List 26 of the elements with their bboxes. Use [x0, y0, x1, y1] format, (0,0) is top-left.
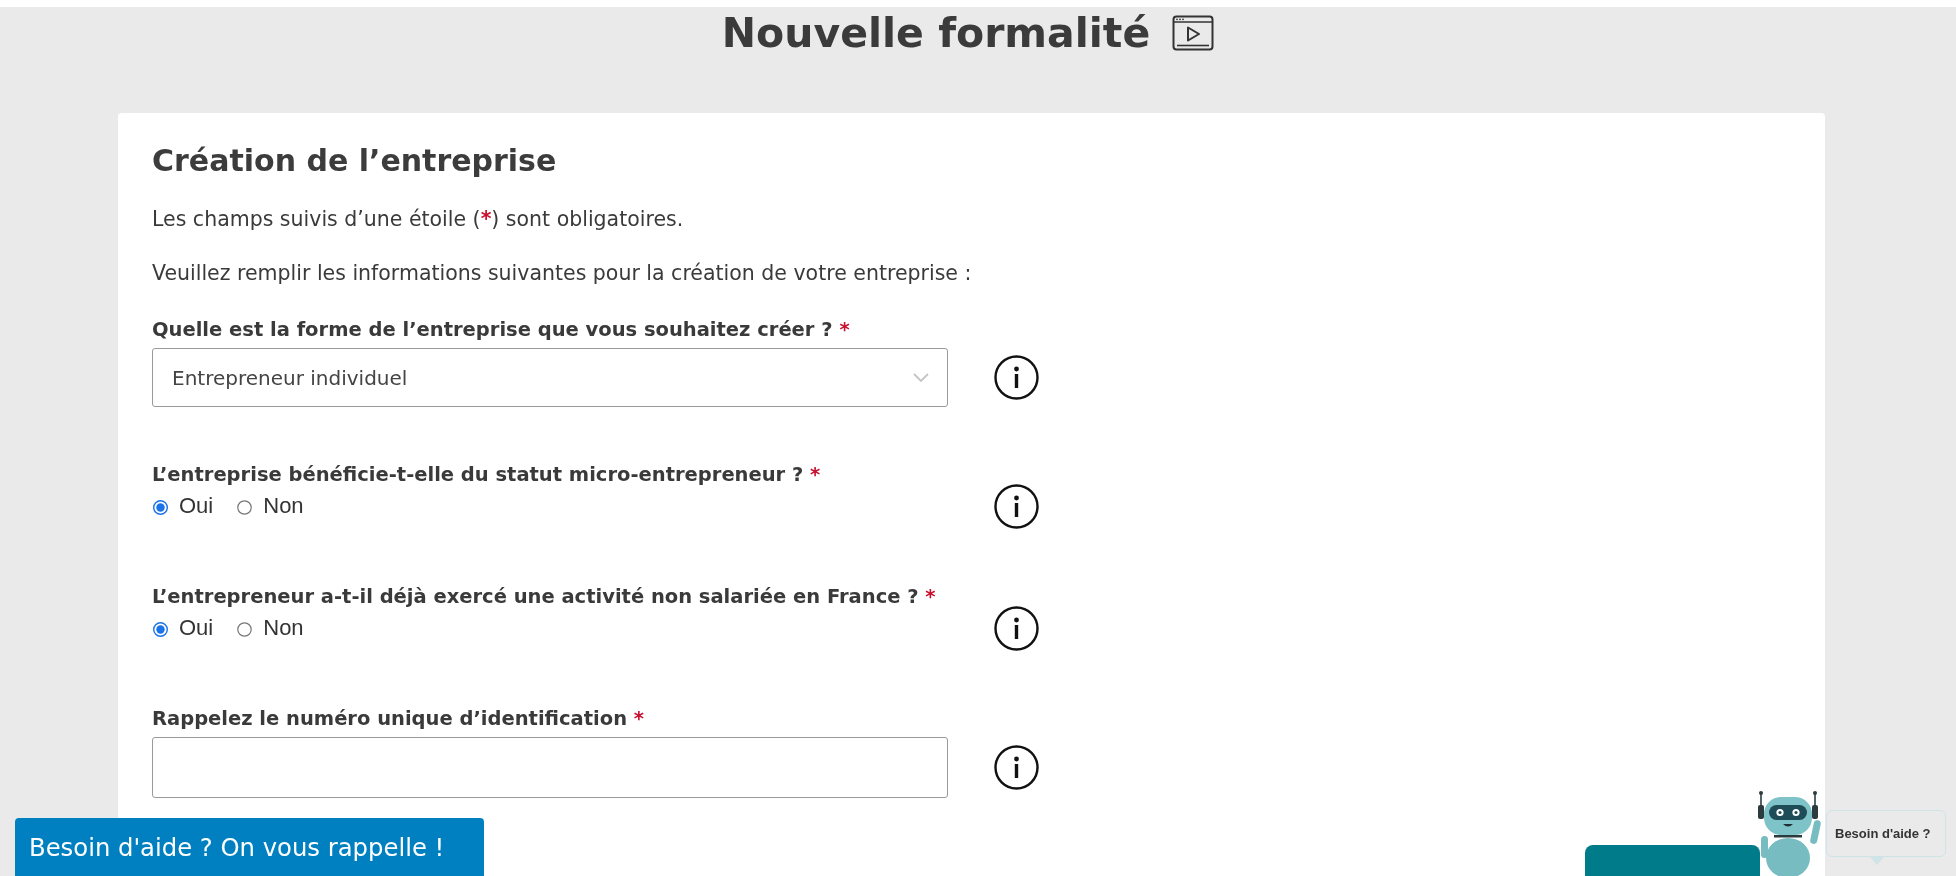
section-title: Création de l’entreprise	[152, 142, 558, 180]
chevron-icon	[913, 373, 929, 382]
intro-text: Veuillez remplir les informations suivantes pour la création de votre entreprise :	[152, 260, 973, 287]
radio-button[interactable]	[153, 499, 168, 515]
info-icon[interactable]	[994, 605, 1039, 651]
field-label: Quelle est la forme de l’entreprise que vous souhaitez créer ? *	[152, 318, 850, 342]
video-icon[interactable]	[1172, 15, 1215, 51]
radio-button[interactable]	[153, 621, 168, 637]
dropdown-field[interactable]: Entrepreneur individuel	[152, 348, 948, 407]
info-icon[interactable]	[994, 483, 1039, 529]
field-label: L’entrepreneur a-t-il déjà exercé une activité non salariée en France ? *	[152, 585, 936, 609]
option-label[interactable]: Non	[263, 615, 304, 641]
field-label: L’entreprise bénéficie-t-elle du statut micro-entrepreneur ? *	[152, 463, 821, 487]
callback-button[interactable]: Besoin d'aide ? On vous rappelle !	[15, 818, 484, 876]
info-icon[interactable]	[994, 745, 1039, 790]
option-label[interactable]: Oui	[179, 615, 214, 641]
page-title: Nouvelle formalité	[721, 8, 1151, 59]
help-bubble[interactable]: Besoin d'aide ?	[1826, 810, 1946, 866]
field-label: Rappelez le numéro unique d’identification *	[152, 707, 645, 731]
input-field[interactable]	[152, 737, 948, 798]
radio-button[interactable]	[237, 621, 253, 637]
option-label[interactable]: Oui	[179, 493, 214, 519]
info-icon[interactable]	[994, 355, 1039, 400]
radio-button[interactable]	[237, 499, 253, 515]
option-label[interactable]: Non	[263, 493, 304, 519]
required-note: Les champs suivis d’une étoile (*) sont obligatoires.	[152, 206, 685, 233]
